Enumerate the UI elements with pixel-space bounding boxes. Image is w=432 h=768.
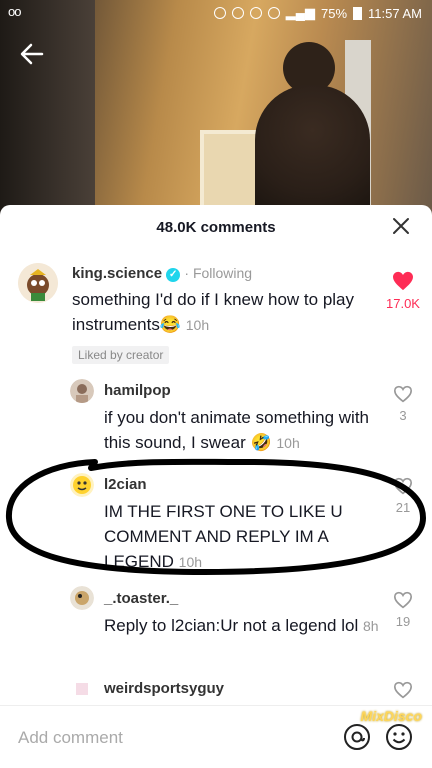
comment-time: 10h [185, 317, 210, 333]
close-icon[interactable] [390, 215, 412, 237]
comment-text: IM THE FIRST ONE TO LIKE U COMMENT AND R… [104, 502, 343, 571]
signal-icon: ▂▄▆ [285, 5, 315, 20]
like-button[interactable]: 3 [383, 385, 423, 423]
like-button[interactable]: 17.0K [383, 271, 423, 311]
liked-by-creator-badge: Liked by creator [72, 346, 170, 364]
avatar[interactable] [70, 379, 94, 403]
reply-mention[interactable]: l2cian [171, 616, 215, 635]
emoji-icon[interactable] [384, 722, 414, 752]
comment-time: 10h [178, 554, 203, 570]
add-comment-input[interactable]: Add comment [18, 728, 318, 748]
mention-icon[interactable] [342, 722, 372, 752]
comments-count-title: 48.0K comments [156, 219, 276, 236]
comment-username[interactable]: hamilpop [104, 382, 171, 399]
comment-username[interactable]: _.toaster._ [104, 590, 178, 607]
avatar[interactable] [70, 677, 94, 701]
comment-text: Reply to l2cian:Ur not a legend lol 8h [104, 616, 379, 635]
alarm-icon [249, 7, 262, 19]
status-bar: oo ▂▄▆ 75% 11:57 AM [0, 0, 432, 26]
mute-icon [231, 7, 244, 19]
comment-time: 8h [362, 618, 379, 634]
verified-icon: ✓ [166, 268, 181, 282]
comment-time: 10h [276, 435, 300, 451]
back-arrow-icon[interactable] [18, 40, 48, 70]
comment-username[interactable]: king.science ✓ · Following [72, 265, 252, 282]
like-count: 17.0K [386, 296, 420, 311]
comment-username[interactable]: l2cian [104, 476, 147, 493]
video-wall [0, 0, 95, 215]
like-count: 3 [399, 408, 407, 423]
like-button[interactable]: 19 [383, 591, 423, 629]
battery-percent: 75% [321, 5, 348, 21]
avatar[interactable] [70, 586, 94, 610]
video-person [255, 85, 370, 215]
wifi-icon [267, 7, 280, 19]
like-count: 19 [395, 614, 411, 629]
comment-text: something I'd do if I knew how to play i… [72, 290, 355, 334]
like-count: 21 [395, 500, 411, 515]
heart-outline-icon[interactable] [393, 591, 413, 609]
battery-icon [353, 6, 363, 20]
heart-outline-icon[interactable] [393, 385, 413, 403]
video-background [0, 0, 432, 215]
avatar[interactable] [18, 263, 58, 303]
avatar[interactable] [70, 473, 94, 497]
heart-outline-icon[interactable] [393, 681, 413, 699]
comment-username[interactable]: weirdsportsyguy [104, 680, 224, 697]
sheet-header: 48.0K comments [0, 205, 432, 247]
comment-text: if you don't animate something with this… [104, 408, 370, 452]
clock: 11:57 AM [368, 5, 422, 21]
headphones-icon [213, 7, 226, 19]
heart-filled-icon[interactable] [392, 271, 414, 291]
like-button[interactable]: 21 [383, 477, 423, 515]
comment-input-bar: Add comment MixDisco [0, 705, 432, 768]
like-button[interactable] [383, 681, 423, 704]
comments-sheet: 48.0K comments king.science ✓ · Followin… [0, 205, 432, 768]
voicemail-icon: oo [8, 4, 22, 19]
following-label: · Following [184, 265, 253, 281]
heart-outline-icon[interactable] [393, 477, 413, 495]
